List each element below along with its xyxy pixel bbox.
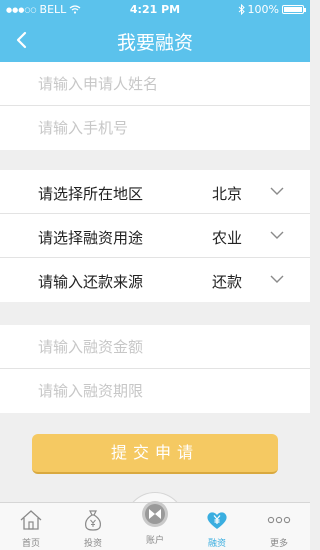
header: ●●●○○ BELL 4:21 PM 100% 我要融资 (0, 0, 310, 62)
tab-bar: 首页 投资 账户 融资 更多 (0, 501, 310, 550)
select-value: 北京 (212, 185, 243, 203)
amount-input[interactable] (38, 325, 298, 369)
tab-more[interactable]: 更多 (248, 503, 310, 550)
battery-percent: 100% (247, 3, 279, 16)
select-label: 请选择融资用途 (38, 229, 144, 247)
tab-label: 融资 (207, 539, 226, 549)
form-row (0, 325, 310, 369)
form-row (0, 369, 310, 413)
select-label: 请选择所在地区 (38, 185, 144, 203)
select-label: 请输入还款来源 (38, 273, 144, 291)
tab-label: 首页 (21, 539, 40, 549)
tab-account[interactable]: 账户 (124, 501, 186, 550)
more-icon (267, 516, 291, 524)
tab-label: 投资 (83, 539, 102, 549)
purpose-select[interactable]: 请选择融资用途 农业 (0, 214, 310, 258)
select-value: 还款 (212, 273, 243, 291)
status-bar: ●●●○○ BELL 4:21 PM 100% (0, 0, 310, 18)
tab-label: 账户 (145, 536, 164, 546)
chevron-down-icon (270, 275, 284, 283)
bluetooth-icon (238, 4, 245, 15)
battery-icon (282, 5, 306, 14)
repayment-source-select[interactable]: 请输入还款来源 还款 (0, 258, 310, 302)
select-value: 农业 (212, 229, 243, 247)
tab-home[interactable]: 首页 (0, 503, 62, 550)
form-row (0, 62, 310, 106)
nav-bar: 我要融资 (0, 18, 310, 62)
submit-button[interactable]: 提交申请 (32, 434, 278, 474)
applicant-group (0, 62, 310, 150)
tab-financing[interactable]: 融资 (186, 503, 248, 550)
financing-group (0, 325, 310, 413)
money-bag-icon (85, 510, 101, 531)
term-input[interactable] (38, 369, 298, 413)
form-row (0, 106, 310, 150)
select-group: 请选择所在地区 北京 请选择融资用途 农业 请输入还款来源 还款 (0, 170, 310, 302)
chevron-down-icon (270, 187, 284, 195)
tab-label: 更多 (269, 539, 288, 549)
home-icon (20, 510, 42, 530)
tab-invest[interactable]: 投资 (62, 503, 124, 550)
account-icon (142, 501, 168, 527)
page-title: 我要融资 (116, 32, 193, 54)
applicant-name-input[interactable] (38, 62, 298, 106)
phone-input[interactable] (38, 106, 298, 150)
heart-yen-icon (207, 512, 227, 529)
chevron-down-icon (270, 231, 284, 239)
region-select[interactable]: 请选择所在地区 北京 (0, 170, 310, 214)
